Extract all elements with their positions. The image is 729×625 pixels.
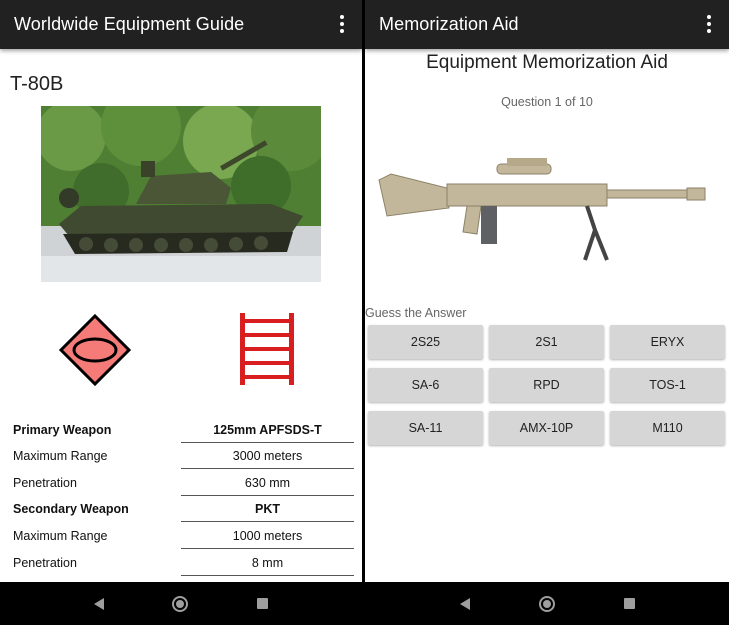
quiz-title: Equipment Memorization Aid [426,52,668,73]
tracked-vehicle-icon [240,313,294,385]
app-bar: Worldwide Equipment Guide [0,0,362,49]
spec-label: Penetration [13,556,77,570]
spec-value: 8 mm [181,556,354,576]
spec-label: Primary Weapon [13,423,112,437]
equipment-photo [378,158,706,261]
back-icon[interactable] [459,597,470,610]
spec-row-secondary-weapon: Secondary Weapon PKT [0,502,362,522]
spec-value: 3000 meters [181,449,354,469]
answer-button[interactable]: SA-11 [368,411,483,445]
answer-button[interactable]: 2S1 [489,325,604,359]
spec-row-max-range-2: Maximum Range 1000 meters [0,529,362,549]
spec-label: Maximum Range [13,529,108,543]
insignia-icon [58,313,132,387]
spec-row-penetration: Penetration 630 mm [0,476,362,496]
app-title: Worldwide Equipment Guide [14,14,245,34]
spec-row-max-range: Maximum Range 3000 meters [0,449,362,469]
equipment-photo [41,106,321,282]
more-vert-icon[interactable] [334,13,350,37]
answer-grid: 2S25 2S1 ERYX SA-6 RPD TOS-1 SA-11 AMX-1… [368,325,726,445]
app-title: Memorization Aid [379,14,519,34]
answer-button[interactable]: ERYX [610,325,725,359]
spec-value: PKT [181,502,354,522]
spec-value: 1000 meters [181,529,354,549]
spec-value: 125mm APFSDS-T [181,423,354,443]
guess-label: Guess the Answer [365,306,467,320]
answer-button[interactable]: 2S25 [368,325,483,359]
quiz-progress: Question 1 of 10 [501,95,593,109]
spec-row-primary-weapon: Primary Weapon 125mm APFSDS-T [0,423,362,443]
home-icon[interactable] [172,595,189,612]
answer-button[interactable]: M110 [610,411,725,445]
app-bar: Memorization Aid [365,0,729,49]
answer-button[interactable]: RPD [489,368,604,402]
spec-value: 630 mm [181,476,354,496]
spec-row-penetration-2: Penetration 8 mm [0,556,362,576]
back-icon[interactable] [94,597,105,610]
more-vert-icon[interactable] [701,13,717,37]
memorization-aid-screen: Memorization Aid Equipment Memorization … [365,0,729,625]
system-nav-bar [365,582,729,625]
answer-button[interactable]: TOS-1 [610,368,725,402]
spec-label: Penetration [13,476,77,490]
recents-icon[interactable] [256,598,268,609]
system-nav-bar [0,582,362,625]
home-icon[interactable] [538,595,555,612]
answer-button[interactable]: SA-6 [368,368,483,402]
equipment-guide-screen: Worldwide Equipment Guide T-80B Primary … [0,0,362,625]
equipment-name: T-80B [10,73,64,95]
answer-button[interactable]: AMX-10P [489,411,604,445]
spec-label: Maximum Range [13,449,108,463]
spec-label: Secondary Weapon [13,502,129,516]
recents-icon[interactable] [623,598,635,609]
